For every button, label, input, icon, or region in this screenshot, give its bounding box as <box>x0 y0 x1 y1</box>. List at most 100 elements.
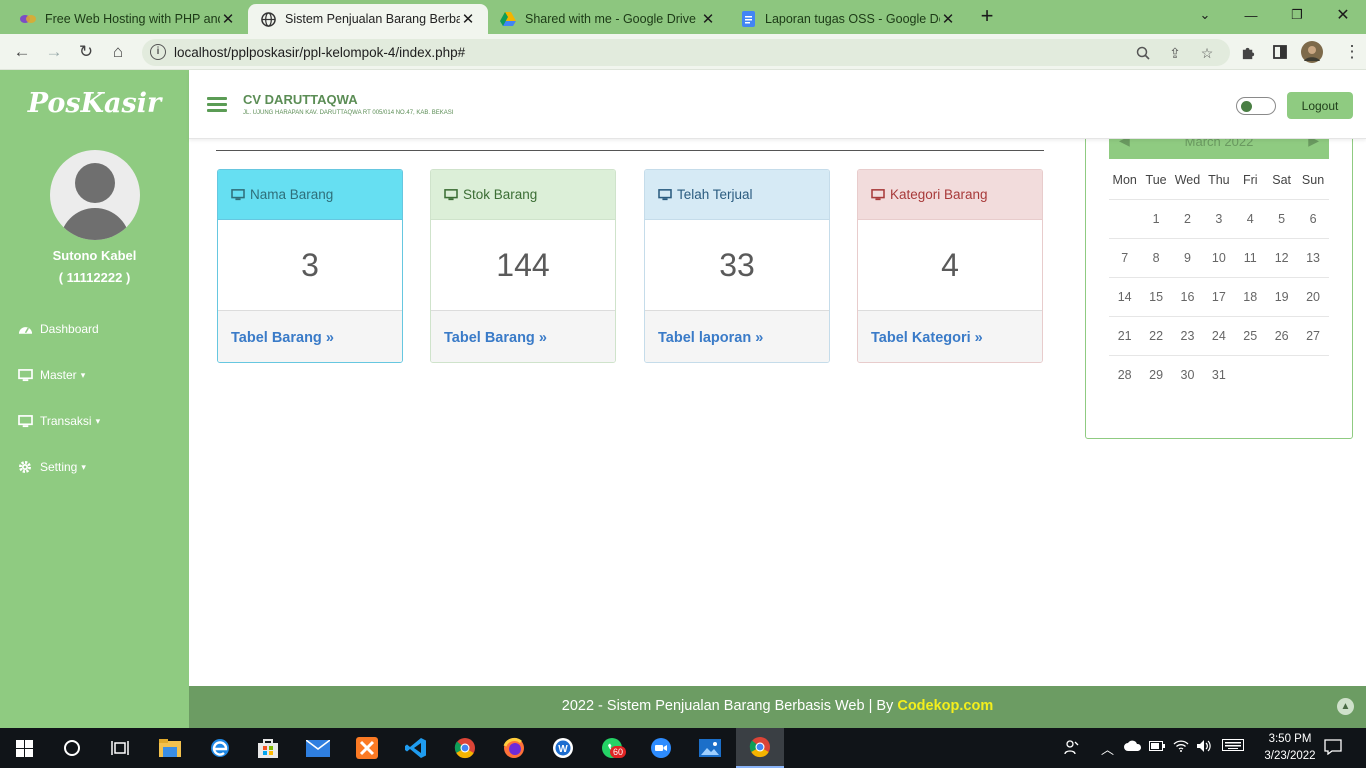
calendar-day[interactable]: 10 <box>1203 251 1234 265</box>
footer-link[interactable]: Codekop.com <box>897 698 993 714</box>
firefox-icon[interactable] <box>490 728 538 768</box>
divider <box>216 150 1044 151</box>
word-app-icon[interactable]: W <box>539 728 587 768</box>
browser-tab[interactable]: Free Web Hosting with PHP and M ✕ <box>8 4 248 34</box>
profile-avatar-icon[interactable] <box>1300 40 1324 64</box>
minimize-button[interactable]: — <box>1228 0 1274 30</box>
calendar-day[interactable]: 11 <box>1235 251 1266 265</box>
store-icon[interactable] <box>244 728 292 768</box>
calendar-day[interactable]: 19 <box>1266 290 1297 304</box>
calendar-day[interactable]: 21 <box>1109 329 1140 343</box>
windows-start-icon[interactable] <box>0 728 48 768</box>
task-view-icon[interactable] <box>96 728 144 768</box>
card-link[interactable]: Tabel Barang » <box>218 310 402 362</box>
calendar-day[interactable]: 4 <box>1235 212 1266 226</box>
sidebar-item-transaksi[interactable]: Transaksi ▾ <box>17 411 100 431</box>
calendar-day[interactable]: 5 <box>1266 212 1297 226</box>
wifi-icon[interactable] <box>1173 739 1189 755</box>
calendar-day[interactable]: 27 <box>1297 329 1328 343</box>
card-link[interactable]: Tabel Barang » <box>431 310 615 362</box>
close-tab-icon[interactable]: ✕ <box>460 10 476 28</box>
zoom-icon[interactable] <box>1134 44 1152 62</box>
close-window-button[interactable]: ✕ <box>1320 0 1366 30</box>
edge-browser-icon[interactable] <box>196 728 244 768</box>
sidebar-item-setting[interactable]: Setting ▾ <box>17 457 86 477</box>
xampp-icon[interactable] <box>343 728 391 768</box>
side-panel-icon[interactable] <box>1268 40 1292 64</box>
calendar-day[interactable]: 30 <box>1172 368 1203 382</box>
extensions-puzzle-icon[interactable] <box>1236 40 1260 64</box>
vscode-icon[interactable] <box>392 728 440 768</box>
sidebar-item-label: Transaksi <box>40 414 92 428</box>
photos-icon[interactable] <box>686 728 734 768</box>
bookmark-star-icon[interactable]: ☆ <box>1198 44 1216 62</box>
calendar-day[interactable]: 7 <box>1109 251 1140 265</box>
sidebar-item-master[interactable]: Master ▾ <box>17 365 85 385</box>
hamburger-menu-icon[interactable] <box>207 97 227 113</box>
calendar-day[interactable]: 15 <box>1140 290 1171 304</box>
card-link[interactable]: Tabel Kategori » <box>858 310 1042 362</box>
browser-tab[interactable]: Laporan tugas OSS - Google Docs ✕ <box>728 4 968 34</box>
home-icon[interactable]: ⌂ <box>106 40 130 64</box>
share-icon[interactable]: ⇪ <box>1166 44 1184 62</box>
calendar-day[interactable]: 16 <box>1172 290 1203 304</box>
calendar-day[interactable]: 17 <box>1203 290 1234 304</box>
calendar-day[interactable]: 8 <box>1140 251 1171 265</box>
forward-arrow-icon[interactable]: → <box>42 40 66 64</box>
calendar-day[interactable]: 2 <box>1172 212 1203 226</box>
app-logo[interactable]: PosKasir <box>0 88 189 119</box>
tab-search-icon[interactable]: ⌄ <box>1182 0 1228 30</box>
file-explorer-icon[interactable] <box>146 728 194 768</box>
calendar-day[interactable]: 13 <box>1297 251 1328 265</box>
calendar-day[interactable]: 23 <box>1172 329 1203 343</box>
calendar-day[interactable]: 22 <box>1140 329 1171 343</box>
mail-icon[interactable] <box>294 728 342 768</box>
scroll-top-button[interactable]: ▲ <box>1337 698 1354 715</box>
notification-icon[interactable] <box>1324 739 1342 758</box>
calendar-day[interactable]: 12 <box>1266 251 1297 265</box>
card-link[interactable]: Tabel laporan » <box>645 310 829 362</box>
address-bar[interactable]: i localhost/pplposkasir/ppl-kelompok-4/i… <box>142 39 1230 66</box>
whatsapp-icon[interactable]: 60 <box>588 728 636 768</box>
browser-menu-icon[interactable]: ⋮ <box>1340 40 1364 64</box>
zoom-app-icon[interactable] <box>637 728 685 768</box>
browser-tab[interactable]: Shared with me - Google Drive ✕ <box>488 4 728 34</box>
calendar-day[interactable]: 29 <box>1140 368 1171 382</box>
tray-chevron-up-icon[interactable]: ︿ <box>1101 739 1114 758</box>
search-circle-icon[interactable] <box>48 728 96 768</box>
close-tab-icon[interactable]: ✕ <box>220 10 236 28</box>
browser-tab-active[interactable]: Sistem Penjualan Barang Berbasis W ✕ <box>248 4 488 34</box>
summary-card: Kategori Barang 4 Tabel Kategori » <box>857 169 1043 363</box>
calendar-day[interactable]: 14 <box>1109 290 1140 304</box>
calendar-day[interactable]: 28 <box>1109 368 1140 382</box>
chrome-icon[interactable] <box>441 728 489 768</box>
calendar-day[interactable]: 3 <box>1203 212 1234 226</box>
sidebar-item-dashboard[interactable]: Dashboard <box>17 319 99 339</box>
keyboard-icon[interactable] <box>1222 739 1244 754</box>
logout-button[interactable]: Logout <box>1287 92 1353 119</box>
site-info-icon[interactable]: i <box>150 44 166 60</box>
dark-mode-toggle[interactable] <box>1236 97 1276 115</box>
chrome-active-icon[interactable] <box>736 728 784 768</box>
calendar-day[interactable]: 9 <box>1172 251 1203 265</box>
calendar-day[interactable]: 25 <box>1235 329 1266 343</box>
calendar-day[interactable]: 20 <box>1297 290 1328 304</box>
new-tab-button[interactable]: + <box>976 5 998 28</box>
reload-icon[interactable]: ↻ <box>74 40 98 64</box>
calendar-day[interactable]: 1 <box>1140 212 1171 226</box>
close-tab-icon[interactable]: ✕ <box>700 10 716 28</box>
volume-icon[interactable] <box>1196 739 1212 756</box>
calendar-day[interactable]: 26 <box>1266 329 1297 343</box>
system-clock[interactable]: 3:50 PM 3/23/2022 <box>1258 731 1322 765</box>
back-arrow-icon[interactable]: ← <box>10 40 34 64</box>
people-icon[interactable] <box>1064 739 1080 758</box>
restore-button[interactable]: ❐ <box>1274 0 1320 30</box>
onedrive-cloud-icon[interactable] <box>1124 739 1142 754</box>
close-tab-icon[interactable]: ✕ <box>940 10 956 28</box>
battery-icon[interactable] <box>1149 739 1165 754</box>
calendar-day[interactable]: 24 <box>1203 329 1234 343</box>
calendar-day[interactable]: 31 <box>1203 368 1234 382</box>
user-name: Sutono Kabel <box>52 248 137 263</box>
calendar-day[interactable]: 6 <box>1297 212 1328 226</box>
calendar-day[interactable]: 18 <box>1235 290 1266 304</box>
